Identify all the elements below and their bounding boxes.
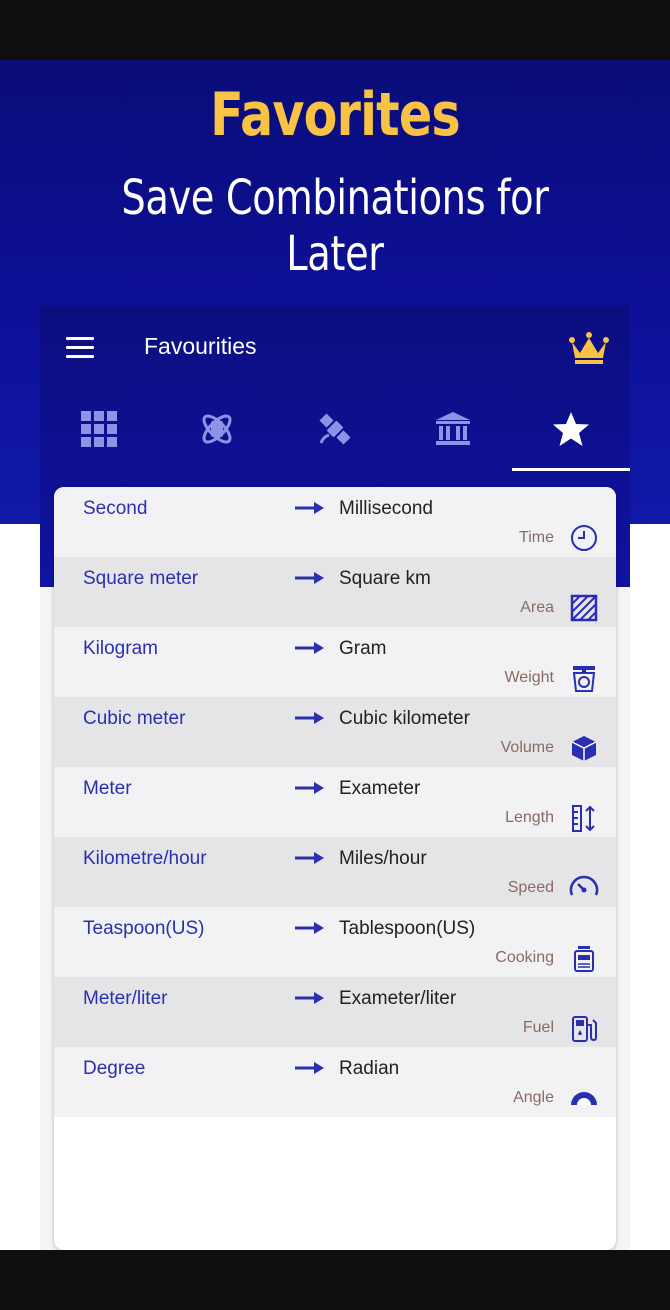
arrow-right-icon bbox=[295, 922, 324, 934]
promo-headline: Favorites bbox=[210, 80, 461, 150]
promo-screen: Favorites Save Combinations for Later Fa… bbox=[0, 60, 670, 1250]
satellite-icon bbox=[319, 413, 351, 445]
category-label: Length bbox=[505, 809, 554, 826]
category-label: Cooking bbox=[495, 949, 554, 966]
arrow-right-icon bbox=[295, 992, 324, 1004]
from-unit: Degree bbox=[83, 1058, 146, 1079]
star-icon bbox=[553, 412, 589, 446]
area-icon bbox=[570, 594, 598, 622]
category-label: Volume bbox=[500, 739, 554, 756]
navigation-bar bbox=[0, 1250, 670, 1310]
tab-finance[interactable] bbox=[394, 387, 512, 471]
arrow-right-icon bbox=[295, 712, 324, 724]
status-bar bbox=[0, 0, 670, 60]
from-unit: Meter bbox=[83, 778, 132, 799]
category-label: Area bbox=[520, 599, 554, 616]
category-label: Weight bbox=[504, 669, 554, 686]
category-tabs bbox=[40, 387, 630, 471]
to-unit: Cubic kilometer bbox=[339, 708, 470, 729]
category-label: Time bbox=[519, 529, 554, 546]
promo-subline: Save Combinations for Later bbox=[121, 170, 549, 282]
fuel-pump-icon bbox=[572, 1016, 597, 1042]
arrow-right-icon bbox=[295, 642, 324, 654]
favorites-list: Second Millisecond Time Square meter Square … bbox=[54, 487, 616, 1250]
tab-favourites[interactable] bbox=[512, 387, 630, 471]
bank-icon bbox=[436, 412, 470, 445]
kitchen-scale-icon bbox=[574, 946, 594, 972]
hamburger-menu-icon[interactable] bbox=[66, 337, 96, 359]
arrow-right-icon bbox=[295, 572, 324, 584]
favorite-row[interactable]: Cubic meter Cubic kilometer Volume bbox=[54, 697, 616, 767]
to-unit: Square km bbox=[339, 568, 431, 589]
to-unit: Radian bbox=[339, 1058, 400, 1079]
to-unit: Exameter bbox=[339, 778, 421, 799]
arrow-right-icon bbox=[295, 782, 324, 794]
from-unit: Kilometre/hour bbox=[83, 848, 207, 869]
favorite-row[interactable]: Second Millisecond Time bbox=[54, 487, 616, 557]
from-unit: Second bbox=[83, 498, 148, 519]
from-unit: Cubic meter bbox=[83, 708, 186, 729]
from-unit: Teaspoon(US) bbox=[83, 918, 205, 939]
to-unit: Tablespoon(US) bbox=[339, 918, 476, 939]
category-label: Speed bbox=[507, 879, 554, 896]
tab-engineering[interactable] bbox=[276, 387, 394, 471]
favorite-row[interactable]: Degree Radian Angle bbox=[54, 1047, 616, 1117]
category-label: Fuel bbox=[522, 1019, 554, 1036]
from-unit: Meter/liter bbox=[83, 988, 168, 1009]
category-label: Angle bbox=[513, 1089, 554, 1106]
active-tab-indicator bbox=[512, 468, 630, 471]
tab-science[interactable] bbox=[158, 387, 276, 471]
to-unit: Exameter/liter bbox=[339, 988, 457, 1009]
ruler-icon bbox=[572, 805, 595, 832]
app-screen: Favourities Second Millisecond Time Squa… bbox=[40, 305, 630, 1250]
crown-icon[interactable] bbox=[568, 331, 610, 367]
favorite-row[interactable]: Kilometre/hour Miles/hour Speed bbox=[54, 837, 616, 907]
grid-icon bbox=[81, 411, 117, 447]
favorite-row[interactable]: Meter/liter Exameter/liter Fuel bbox=[54, 977, 616, 1047]
to-unit: Millisecond bbox=[339, 498, 433, 519]
favorite-row[interactable]: Meter Exameter Length bbox=[54, 767, 616, 837]
arrow-right-icon bbox=[295, 502, 324, 514]
protractor-icon bbox=[571, 1092, 597, 1105]
page-title: Favourities bbox=[144, 333, 257, 359]
speedometer-icon bbox=[569, 875, 599, 896]
tab-grid[interactable] bbox=[40, 387, 158, 471]
arrow-right-icon bbox=[295, 1062, 324, 1074]
favorite-row[interactable]: Square meter Square km Area bbox=[54, 557, 616, 627]
from-unit: Kilogram bbox=[83, 638, 158, 659]
arrow-right-icon bbox=[295, 852, 324, 864]
scale-icon bbox=[572, 666, 596, 692]
to-unit: Miles/hour bbox=[339, 848, 427, 869]
to-unit: Gram bbox=[339, 638, 387, 659]
from-unit: Square meter bbox=[83, 568, 199, 589]
favorite-row[interactable]: Kilogram Gram Weight bbox=[54, 627, 616, 697]
favorite-row[interactable]: Teaspoon(US) Tablespoon(US) Cooking bbox=[54, 907, 616, 977]
clock-icon bbox=[571, 525, 597, 551]
atom-icon bbox=[202, 414, 232, 444]
cube-icon bbox=[571, 736, 597, 761]
